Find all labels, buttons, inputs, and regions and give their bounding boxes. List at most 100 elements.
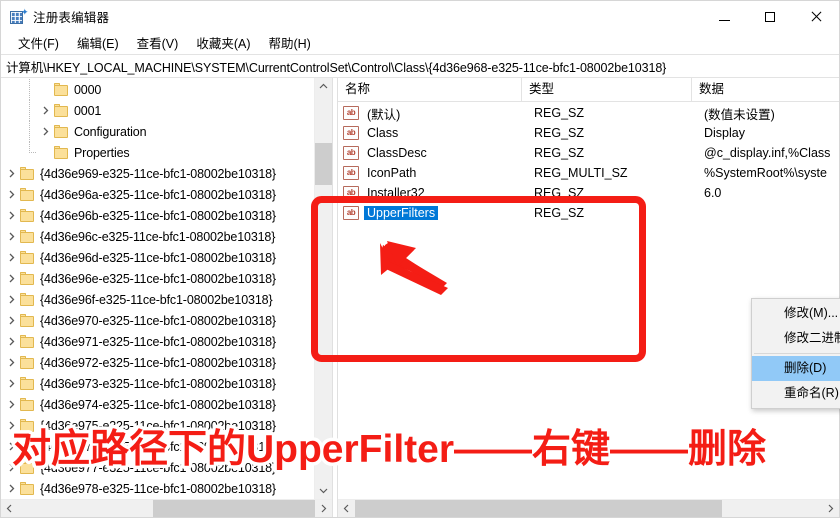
list-row[interactable]: ab Installer32 REG_SZ 6.0 — [338, 183, 839, 203]
tree-node[interactable]: {4d36e96e-e325-11ce-bfc1-08002be10318} — [1, 268, 314, 289]
chevron-right-icon[interactable] — [3, 310, 19, 331]
tree-node[interactable]: {4d36e969-e325-11ce-bfc1-08002be10318} — [1, 163, 314, 184]
chevron-right-icon[interactable] — [3, 373, 19, 394]
menu-bar: 文件(F) 编辑(E) 查看(V) 收藏夹(A) 帮助(H) — [1, 32, 839, 54]
list-hscroll-thumb[interactable] — [355, 500, 722, 517]
chevron-right-icon[interactable] — [3, 247, 19, 268]
list-hscroll-right-icon[interactable] — [822, 500, 839, 517]
list-column-headers: 名称 类型 数据 — [338, 78, 839, 102]
tree-connector-line — [21, 100, 37, 121]
tree-node-label: {4d36e969-e325-11ce-bfc1-08002be10318} — [40, 166, 276, 181]
list-row[interactable]: ab ClassDesc REG_SZ @c_display.inf,%Class — [338, 143, 839, 163]
chevron-right-icon[interactable] — [37, 100, 53, 121]
folder-icon — [19, 271, 35, 286]
chevron-right-icon[interactable] — [3, 163, 19, 184]
close-button[interactable] — [793, 1, 839, 32]
tree-node[interactable]: {4d36e96a-e325-11ce-bfc1-08002be10318} — [1, 184, 314, 205]
chevron-right-icon[interactable] — [3, 205, 19, 226]
tree-node[interactable]: {4d36e976-e325-11ce-bfc1-08002be10318} — [1, 436, 314, 457]
main-content: 0000 0001 Configuration Properties {4d36e969… — [1, 78, 840, 517]
chevron-right-icon[interactable] — [3, 268, 19, 289]
chevron-right-icon[interactable] — [3, 331, 19, 352]
value-name-cell: Installer32 — [364, 186, 527, 200]
tree-node-label: Properties — [74, 145, 130, 160]
tree-scroll-up-icon[interactable] — [315, 78, 332, 95]
tree-node-label: {4d36e96f-e325-11ce-bfc1-08002be10318} — [40, 292, 273, 307]
folder-icon — [19, 481, 35, 496]
maximize-icon — [765, 11, 775, 22]
context-menu-item-2[interactable]: 修改二进制数据(B)... — [752, 326, 840, 351]
address-bar[interactable]: 计算机\HKEY_LOCAL_MACHINE\SYSTEM\CurrentCon… — [1, 54, 839, 78]
tree-node[interactable]: 0001 — [1, 100, 314, 121]
list-row-selected[interactable]: ab UpperFilters REG_SZ — [338, 203, 839, 223]
maximize-button[interactable] — [747, 1, 793, 32]
tree-node-label: {4d36e976-e325-11ce-bfc1-08002be10318} — [40, 439, 276, 454]
chevron-right-icon[interactable] — [3, 415, 19, 436]
minimize-button[interactable] — [701, 1, 747, 32]
tree-node[interactable]: Properties — [1, 142, 314, 163]
tree-horizontal-scrollbar[interactable] — [1, 499, 332, 517]
tree-scroll-track[interactable] — [315, 95, 332, 482]
list-row[interactable]: ab (默认) REG_SZ (数值未设置) — [338, 103, 839, 123]
chevron-right-icon[interactable] — [3, 226, 19, 247]
tree-connector-line — [21, 121, 37, 142]
list-hscroll-left-icon[interactable] — [338, 500, 355, 517]
ab-string-value-icon: ab — [343, 186, 359, 200]
column-header-2[interactable]: 类型 — [522, 78, 692, 101]
tree-node[interactable]: {4d36e975-e325-11ce-bfc1-08002be10318} — [1, 415, 314, 436]
tree-node-label: {4d36e971-e325-11ce-bfc1-08002be10318} — [40, 334, 276, 349]
context-menu-item-3[interactable]: 删除(D) — [752, 356, 840, 381]
tree-node[interactable]: {4d36e972-e325-11ce-bfc1-08002be10318} — [1, 352, 314, 373]
context-menu-item-1[interactable]: 修改(M)... — [752, 301, 840, 326]
value-context-menu[interactable]: 修改(M)...修改二进制数据(B)... 删除(D)重命名(R) — [751, 298, 840, 409]
tree-node[interactable]: {4d36e96c-e325-11ce-bfc1-08002be10318} — [1, 226, 314, 247]
tree-node-label: {4d36e973-e325-11ce-bfc1-08002be10318} — [40, 376, 276, 391]
menu-item-2[interactable]: 编辑(E) — [68, 31, 128, 55]
list-row[interactable]: ab Class REG_SZ Display — [338, 123, 839, 143]
tree-scroll-down-icon[interactable] — [315, 482, 332, 499]
chevron-right-icon[interactable] — [3, 352, 19, 373]
value-name-cell: ClassDesc — [364, 146, 527, 160]
tree-node[interactable]: {4d36e978-e325-11ce-bfc1-08002be10318} — [1, 478, 314, 499]
tree-node[interactable]: {4d36e96d-e325-11ce-bfc1-08002be10318} — [1, 247, 314, 268]
tree-node[interactable]: {4d36e977-e325-11ce-bfc1-08002be10318} — [1, 457, 314, 478]
menu-item-4[interactable]: 收藏夹(A) — [187, 31, 259, 55]
list-horizontal-scrollbar[interactable] — [338, 499, 839, 517]
tree-scroll-thumb[interactable] — [315, 143, 332, 185]
column-header-1[interactable]: 名称 — [338, 78, 522, 101]
tree-vertical-scrollbar[interactable] — [314, 78, 332, 499]
chevron-right-icon[interactable] — [3, 478, 19, 499]
folder-icon — [19, 187, 35, 202]
tree-hscroll-track[interactable] — [18, 500, 315, 517]
tree-node[interactable]: 0000 — [1, 79, 314, 100]
tree-node[interactable]: {4d36e974-e325-11ce-bfc1-08002be10318} — [1, 394, 314, 415]
menu-item-1[interactable]: 文件(F) — [9, 31, 68, 55]
menu-item-5[interactable]: 帮助(H) — [259, 31, 319, 55]
tree-node[interactable]: {4d36e970-e325-11ce-bfc1-08002be10318} — [1, 310, 314, 331]
list-hscroll-track[interactable] — [355, 500, 822, 517]
tree-hscroll-right-icon[interactable] — [315, 500, 332, 517]
tree-node[interactable]: {4d36e96f-e325-11ce-bfc1-08002be10318} — [1, 289, 314, 310]
tree-node[interactable]: {4d36e96b-e325-11ce-bfc1-08002be10318} — [1, 205, 314, 226]
registry-tree[interactable]: 0000 0001 Configuration Properties {4d36e969… — [1, 78, 314, 499]
menu-item-3[interactable]: 查看(V) — [128, 31, 188, 55]
column-header-3[interactable]: 数据 — [692, 78, 839, 101]
chevron-right-icon[interactable] — [3, 184, 19, 205]
tree-node[interactable]: {4d36e971-e325-11ce-bfc1-08002be10318} — [1, 331, 314, 352]
folder-icon — [19, 418, 35, 433]
tree-hscroll-thumb[interactable] — [153, 500, 315, 517]
chevron-right-icon[interactable] — [3, 457, 19, 478]
tree-hscroll-left-icon[interactable] — [1, 500, 18, 517]
context-menu-item-4[interactable]: 重命名(R) — [752, 381, 840, 406]
tree-node-label: {4d36e96c-e325-11ce-bfc1-08002be10318} — [40, 229, 276, 244]
tree-node[interactable]: {4d36e973-e325-11ce-bfc1-08002be10318} — [1, 373, 314, 394]
chevron-right-icon[interactable] — [3, 289, 19, 310]
ab-string-value-icon: ab — [343, 146, 359, 160]
chevron-right-icon[interactable] — [3, 436, 19, 457]
title-bar: ✦ 注册表编辑器 — [1, 1, 839, 32]
list-row[interactable]: ab IconPath REG_MULTI_SZ %SystemRoot%\syste — [338, 163, 839, 183]
chevron-right-icon[interactable] — [37, 121, 53, 142]
chevron-right-icon[interactable] — [3, 394, 19, 415]
value-type-cell: REG_SZ — [534, 206, 585, 220]
tree-node[interactable]: Configuration — [1, 121, 314, 142]
